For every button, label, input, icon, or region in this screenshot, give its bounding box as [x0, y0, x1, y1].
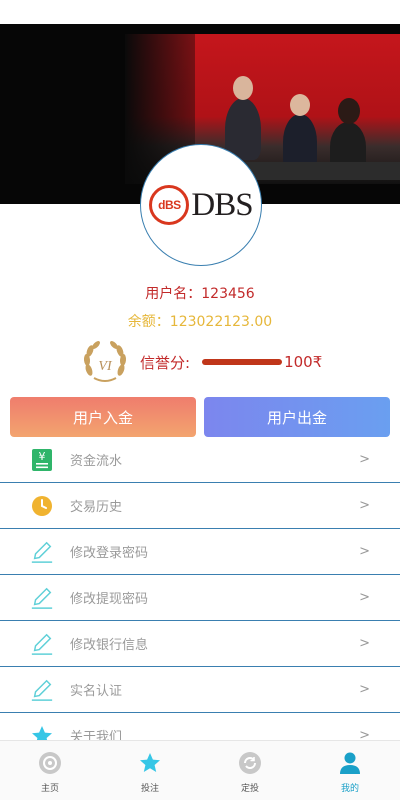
- pencil-icon: [30, 632, 54, 656]
- menu-item-label: 交易历史: [70, 500, 123, 515]
- chevron-right-icon: >: [359, 498, 370, 513]
- yuan-receipt-icon: ¥: [30, 448, 54, 472]
- menu-item-change-login-password[interactable]: 修改登录密码 >: [0, 529, 400, 575]
- tab-label: 投注: [140, 784, 159, 794]
- menu-item-fund-flow[interactable]: ¥ 资金流水 >: [0, 437, 400, 483]
- svg-text:¥: ¥: [39, 450, 46, 463]
- chevron-right-icon: >: [359, 682, 370, 697]
- refresh-icon: [238, 751, 262, 775]
- menu-item-change-bank-info[interactable]: 修改银行信息 >: [0, 621, 400, 667]
- user-icon: [338, 751, 362, 775]
- deposit-button[interactable]: 用户入金: [10, 397, 196, 437]
- pencil-icon: [30, 540, 54, 564]
- menu-item-trade-history[interactable]: 交易历史 >: [0, 483, 400, 529]
- bottom-tab-bar: 主页 投注 定投 我的: [0, 740, 400, 800]
- balance-text: 余额：123022123.00: [127, 314, 273, 330]
- dbs-mark-icon: dBS: [149, 185, 190, 225]
- menu-item-label: 实名认证: [70, 684, 123, 699]
- chevron-right-icon: >: [359, 636, 370, 651]
- tab-label: 我的: [340, 784, 359, 794]
- tab-label: 主页: [40, 784, 59, 794]
- menu-item-label: 资金流水: [70, 454, 123, 469]
- tab-bet[interactable]: 投注: [100, 741, 200, 800]
- chevron-right-icon: >: [359, 544, 370, 559]
- tab-label: 定投: [240, 784, 259, 794]
- vip-level-text: VI: [98, 359, 113, 374]
- username-text: 用户名：123456: [145, 286, 255, 302]
- credit-value: 100₹: [284, 353, 323, 371]
- star-icon: [138, 751, 162, 775]
- tab-mine[interactable]: 我的: [300, 741, 400, 800]
- menu-item-change-withdraw-password[interactable]: 修改提现密码 >: [0, 575, 400, 621]
- credit-progress-bar: [202, 359, 283, 365]
- menu-item-identity-verification[interactable]: 实名认证 >: [0, 667, 400, 713]
- vip-laurel-icon: VI: [80, 340, 130, 384]
- menu-item-label: 修改提现密码: [70, 592, 149, 607]
- menu-item-label: 修改银行信息: [70, 638, 149, 653]
- credit-score-row: VI 信誉分: 100₹: [80, 340, 322, 384]
- menu-item-label: 修改登录密码: [70, 546, 149, 561]
- pencil-icon: [30, 678, 54, 702]
- avatar-logo: dBS DBS: [140, 144, 262, 266]
- dbs-wordmark: DBS: [191, 186, 253, 223]
- tab-fixed-invest[interactable]: 定投: [200, 741, 300, 800]
- home-icon: [38, 751, 62, 775]
- credit-label: 信誉分:: [140, 353, 191, 372]
- tab-home[interactable]: 主页: [0, 741, 100, 800]
- chevron-right-icon: >: [359, 452, 370, 467]
- clock-icon: [30, 494, 54, 518]
- withdraw-button[interactable]: 用户出金: [204, 397, 390, 437]
- pencil-icon: [30, 586, 54, 610]
- chevron-right-icon: >: [359, 590, 370, 605]
